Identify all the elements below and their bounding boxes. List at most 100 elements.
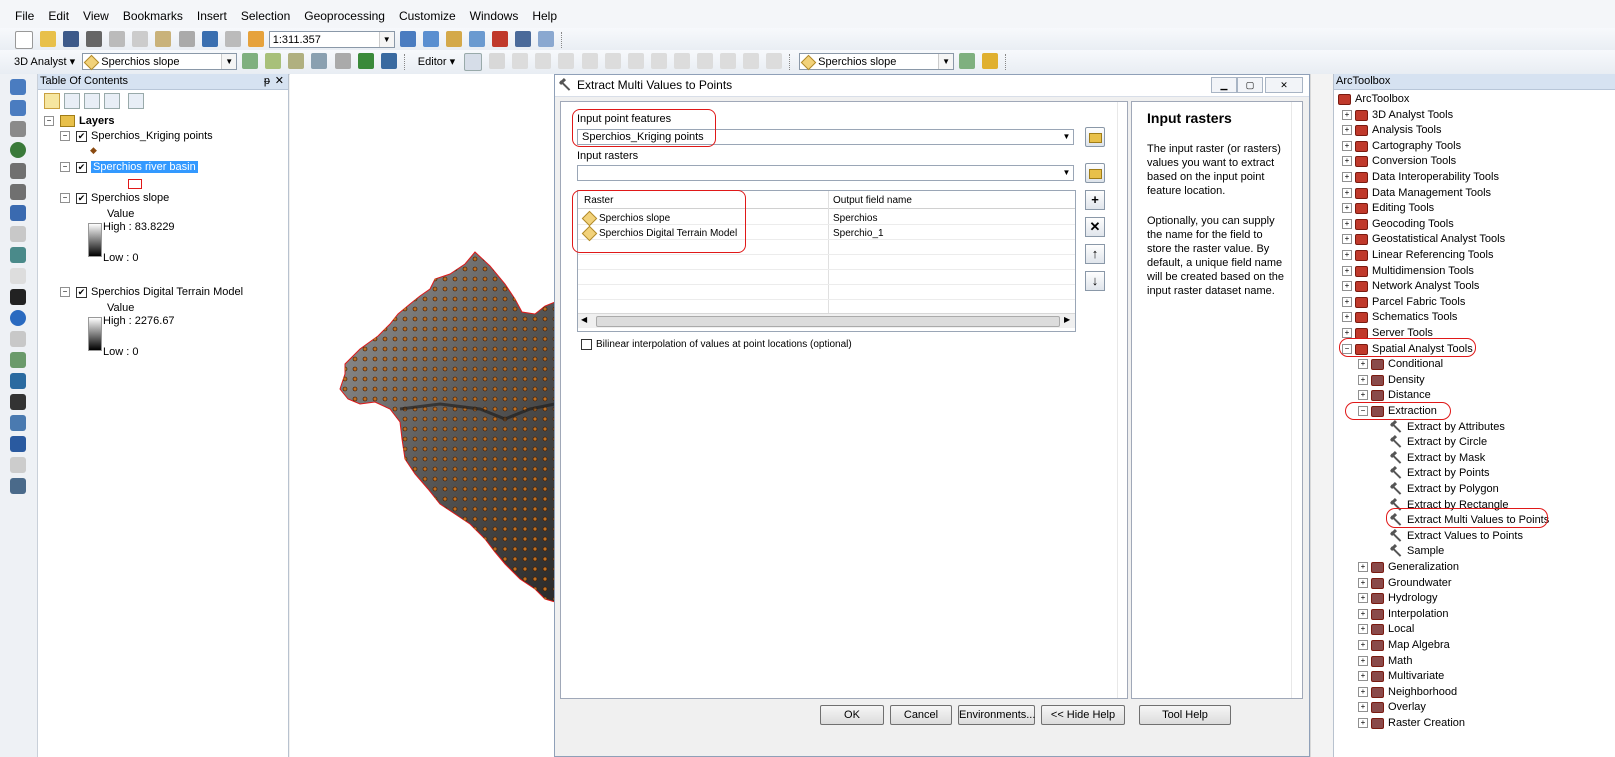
expand-icon[interactable]: + — [1358, 671, 1368, 682]
expand-icon[interactable]: + — [1358, 375, 1368, 386]
reshape-icon[interactable] — [627, 53, 644, 69]
layer-slope[interactable]: − ✔ Sperchios slope — [60, 192, 169, 204]
trace-icon[interactable] — [558, 53, 575, 69]
toolbox-item[interactable]: + Linear Referencing Tools — [1342, 248, 1493, 263]
attributes-icon[interactable] — [719, 53, 736, 69]
paste-icon[interactable] — [155, 31, 172, 47]
select-elements-icon[interactable] — [10, 289, 26, 305]
hyperlink-icon[interactable] — [10, 331, 26, 347]
list-by-source-icon[interactable] — [64, 93, 80, 109]
browse-rasters-button[interactable] — [1085, 163, 1105, 183]
print-icon[interactable] — [86, 31, 103, 47]
expand-icon[interactable]: + — [1342, 219, 1352, 230]
bilinear-checkbox[interactable] — [581, 338, 592, 350]
expand-icon[interactable]: + — [1358, 624, 1368, 635]
panel-splitter[interactable] — [1310, 74, 1333, 757]
straight-segment-icon[interactable] — [512, 53, 529, 69]
scroll-thumb[interactable] — [596, 316, 1060, 327]
scroll-right-icon[interactable]: ▶ — [1064, 315, 1070, 324]
pin-icon[interactable]: ᵽ — [264, 74, 270, 89]
move-up-button[interactable]: ↑ — [1085, 244, 1105, 264]
histogram-icon[interactable] — [982, 53, 999, 69]
options-icon[interactable] — [128, 93, 144, 109]
open-icon[interactable] — [40, 31, 57, 47]
toolset-item[interactable]: + Conditional — [1358, 357, 1443, 372]
profile-graph-icon[interactable] — [334, 53, 351, 69]
toolbox-item[interactable]: + Multidimension Tools — [1342, 264, 1474, 279]
expand-icon[interactable]: + — [1342, 141, 1352, 152]
layer-visibility-checkbox[interactable]: ✔ — [76, 161, 87, 173]
toolbox-item[interactable]: + Geocoding Tools — [1342, 217, 1454, 232]
toolset-item[interactable]: + Distance — [1358, 388, 1431, 403]
raster-table[interactable]: Raster Output field name Sperchios slope… — [577, 190, 1076, 332]
collapse-icon[interactable]: − — [1358, 406, 1368, 417]
toolset-item[interactable]: + Local — [1358, 622, 1414, 637]
tool-item[interactable]: Extract Multi Values to Points — [1390, 513, 1549, 528]
toolbox-item[interactable]: + Analysis Tools — [1342, 123, 1442, 138]
list-by-visibility-icon[interactable] — [84, 93, 100, 109]
add-row-button[interactable]: + — [1085, 190, 1105, 210]
collapse-icon[interactable]: − — [60, 131, 70, 142]
steepest-path-icon[interactable] — [265, 53, 282, 69]
go-to-xy-icon[interactable] — [10, 436, 26, 452]
modelbuilder-icon[interactable] — [538, 31, 555, 47]
move-down-button[interactable]: ↓ — [1085, 271, 1105, 291]
arctoolbox-icon[interactable] — [492, 31, 509, 47]
toolbar-grip[interactable] — [1005, 54, 1010, 70]
select-features-icon[interactable] — [10, 247, 26, 263]
contour-icon[interactable] — [242, 53, 259, 69]
toolset-item[interactable]: + Hydrology — [1358, 591, 1438, 606]
layer-combo-2[interactable]: Sperchios slope ▼ — [799, 53, 955, 70]
column-header-raster[interactable]: Raster — [584, 195, 613, 206]
collapse-icon[interactable]: − — [60, 193, 70, 204]
toolbar-grip[interactable] — [789, 54, 794, 70]
toolset-item[interactable]: + Multivariate — [1358, 669, 1444, 684]
expand-icon[interactable]: + — [1358, 390, 1368, 401]
save-icon[interactable] — [63, 31, 80, 47]
forward-icon[interactable] — [10, 226, 26, 242]
toolbox-item[interactable]: + Editing Tools — [1342, 201, 1434, 216]
viewer-window-icon[interactable] — [10, 478, 26, 494]
expand-icon[interactable]: + — [1358, 640, 1368, 651]
edit-vertices-icon[interactable] — [604, 53, 621, 69]
tool-item[interactable]: Extract by Circle — [1390, 435, 1487, 450]
ok-button[interactable]: OK — [820, 705, 884, 725]
list-by-drawing-order-icon[interactable] — [44, 93, 60, 109]
collapse-icon[interactable]: − — [60, 287, 70, 298]
toolbox-item[interactable]: − Spatial Analyst Tools — [1342, 342, 1473, 357]
tool-item[interactable]: Extract by Rectangle — [1390, 498, 1509, 513]
toolbox-item[interactable]: + Parcel Fabric Tools — [1342, 295, 1465, 310]
tool-item[interactable]: Extract by Attributes — [1390, 420, 1505, 435]
close-icon[interactable]: ✕ — [275, 74, 284, 89]
expand-icon[interactable]: + — [1358, 609, 1368, 620]
table-row[interactable]: Sperchios slope — [581, 210, 670, 227]
toolbox-item[interactable]: + Data Interoperability Tools — [1342, 170, 1499, 185]
point-icon[interactable] — [581, 53, 598, 69]
toolbar-grip[interactable] — [561, 32, 566, 48]
tool-item[interactable]: Extract Values to Points — [1390, 529, 1523, 544]
toolbox-root[interactable]: ArcToolbox — [1338, 92, 1409, 107]
cut-polygons-icon[interactable] — [650, 53, 667, 69]
end-point-arc-icon[interactable] — [535, 53, 552, 69]
layers-group[interactable]: − Layers — [44, 115, 114, 128]
layer-dtm[interactable]: − ✔ Sperchios Digital Terrain Model — [60, 286, 243, 298]
expand-icon[interactable]: + — [1358, 656, 1368, 667]
search-window-icon[interactable] — [469, 31, 485, 47]
identify-icon[interactable] — [10, 310, 26, 326]
layer-combo[interactable]: Sperchios slope ▼ — [82, 53, 238, 70]
toolset-item[interactable]: − Extraction — [1358, 404, 1437, 419]
map-view[interactable] — [290, 74, 555, 757]
expand-icon[interactable]: + — [1358, 562, 1368, 573]
horizontal-scrollbar[interactable]: ◀ ▶ — [578, 313, 1075, 328]
split-icon[interactable] — [673, 53, 690, 69]
create-features-icon[interactable] — [766, 53, 782, 69]
collapse-icon[interactable]: − — [1342, 344, 1352, 355]
full-extent-icon[interactable] — [10, 142, 26, 158]
expand-icon[interactable]: + — [1342, 266, 1352, 277]
editor-menu[interactable]: Editor ▾ — [414, 50, 459, 74]
expand-icon[interactable]: + — [1358, 702, 1368, 713]
environments-button[interactable]: Environments... — [958, 705, 1035, 725]
expand-icon[interactable]: + — [1358, 593, 1368, 604]
expand-icon[interactable]: + — [1342, 156, 1352, 167]
collapse-icon[interactable]: − — [44, 116, 54, 127]
